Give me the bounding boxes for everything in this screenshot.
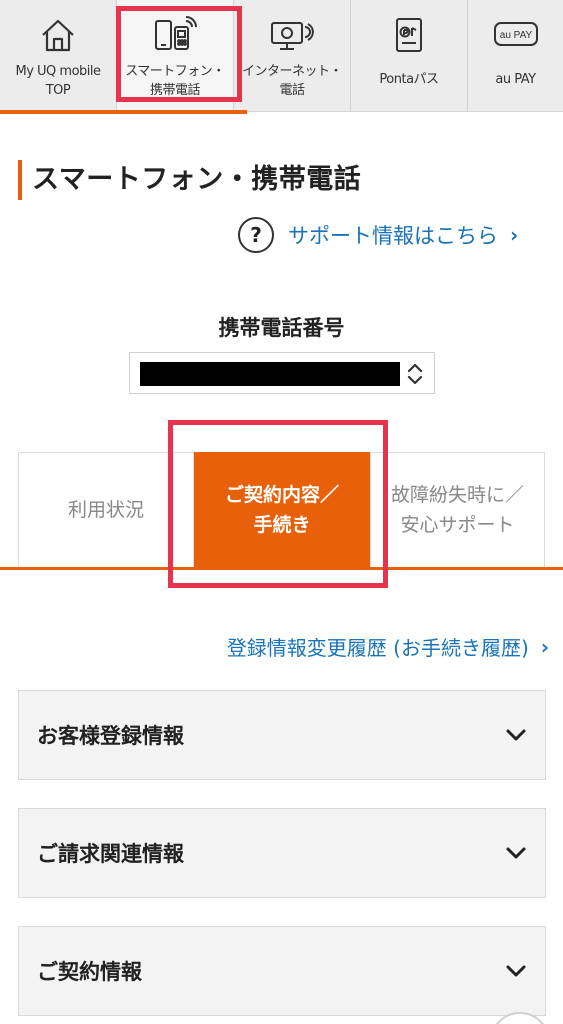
support-info-link[interactable]: ? サポート情報はこちら › [238,216,518,254]
help-icon: ? [238,217,274,253]
phone-number-label: 携帯電話番号 [218,316,345,340]
nav-item-ponta-pass[interactable]: Pontaパス [351,0,468,112]
nav-label: Pontaパス [379,72,439,87]
nav-label: My UQ mobile TOP [15,64,101,98]
chevron-right-icon: › [540,634,549,659]
chevron-down-icon [506,729,526,741]
accordion-label: ご請求関連情報 [37,842,184,866]
top-navigation: My UQ mobile TOP スマートフォン・ 携帯電話 インターネット・ … [0,0,563,112]
annotation-highlight-box [116,6,242,102]
support-link-label: サポート情報はこちら [288,224,498,248]
accordion-contract-info[interactable]: ご契約情報 [18,926,546,1016]
chevron-down-icon [506,965,526,977]
nav-item-internet[interactable]: インターネット・ 電話 [234,0,351,112]
redacted-phone-number [140,362,400,386]
select-arrows-icon [407,363,423,385]
page-title: スマートフォン・携帯電話 [18,160,361,200]
history-link-label: 登録情報変更履歴 (お手続き履歴) [226,636,529,660]
au-pay-icon: au PAY [493,12,539,58]
phone-number-select[interactable] [129,352,435,394]
accordion-label: ご契約情報 [37,960,142,984]
home-icon [35,12,81,58]
accordion-label: お客様登録情報 [37,724,184,748]
ponta-icon [386,12,432,58]
accordion-billing-info[interactable]: ご請求関連情報 [18,808,546,898]
nav-item-au-pay[interactable]: au PAY au PAY [468,0,563,112]
tab-support[interactable]: 故障紛失時に／ 安心サポート [370,452,545,568]
accordion-customer-info[interactable]: お客様登録情報 [18,690,546,780]
active-nav-underline [0,110,247,114]
internet-icon [269,12,315,58]
nav-item-my-uq-top[interactable]: My UQ mobile TOP [0,0,117,112]
chevron-down-icon [506,847,526,859]
nav-label: インターネット・ 電話 [241,64,343,98]
svg-text:au PAY: au PAY [499,30,532,41]
annotation-highlight-box [168,420,388,588]
nav-label: au PAY [495,72,536,87]
chevron-right-icon: › [510,223,519,247]
registration-history-link[interactable]: 登録情報変更履歴 (お手続き履歴) › [227,632,549,661]
